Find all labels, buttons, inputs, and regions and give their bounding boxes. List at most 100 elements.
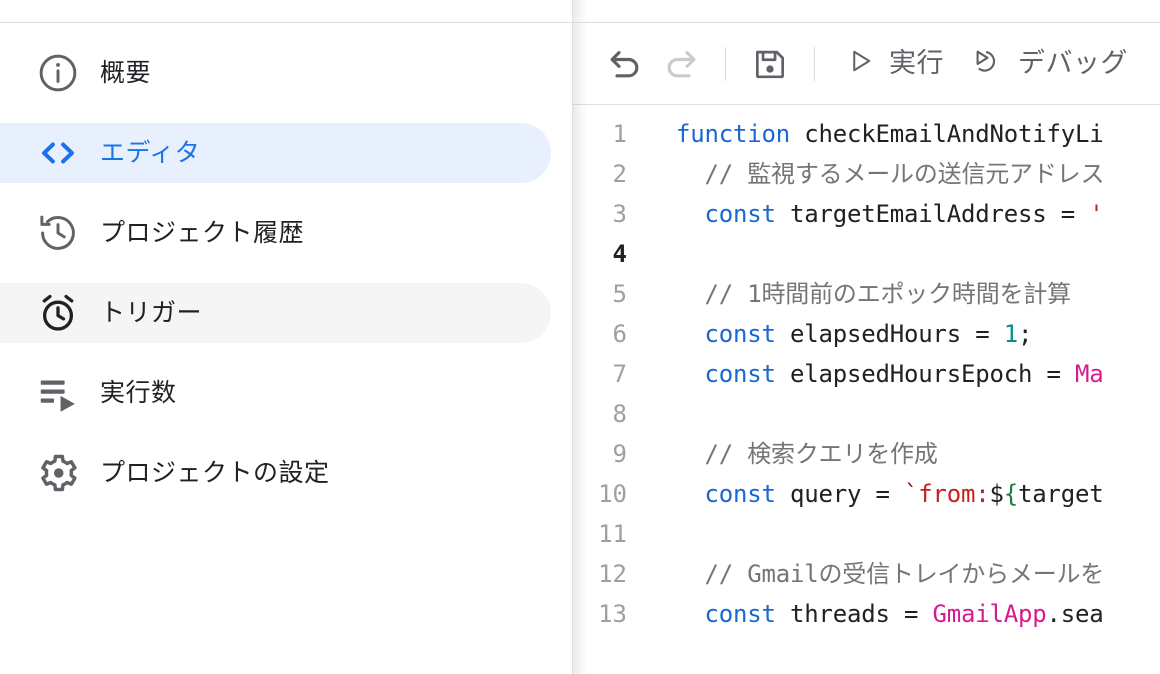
undo-button[interactable]: [597, 36, 653, 92]
code-line[interactable]: 2 // 監視するメールの送信元アドレス: [573, 154, 1160, 194]
code-line[interactable]: 9 // 検索クエリを作成: [573, 434, 1160, 474]
code-token: const: [704, 480, 776, 508]
sidebar-item-executions[interactable]: 実行数: [0, 363, 551, 423]
sidebar-item-label-project-settings: プロジェクトの設定: [100, 458, 330, 487]
line-number: 13: [598, 600, 627, 628]
code-token: ': [1089, 200, 1104, 228]
sidebar-item-project-history[interactable]: プロジェクト履歴: [0, 203, 551, 263]
sidebar-item-label-editor: エディタ: [100, 138, 201, 167]
run-label: 実行: [889, 48, 944, 78]
code-editor[interactable]: 1 function checkEmailAndNotifyLi 2 // 監視する…: [573, 106, 1160, 674]
code-token: ;: [1018, 320, 1033, 348]
code-token: targetEmailAddress =: [775, 200, 1090, 228]
line-number: 7: [612, 360, 627, 388]
line-content: const targetEmailAddress = ': [655, 194, 1104, 234]
line-content: const elapsedHours = 1;: [655, 314, 1033, 354]
line-content: // 監視するメールの送信元アドレス: [655, 154, 1104, 194]
line-content: // 検索クエリを作成: [655, 434, 938, 474]
line-number: 11: [598, 520, 627, 548]
redo-button[interactable]: [653, 36, 709, 92]
toolbar-divider-2: [814, 46, 815, 81]
code-line[interactable]: 13 const threads = GmailApp.sea: [573, 594, 1160, 634]
line-number: 5: [612, 280, 627, 308]
line-number: 4: [612, 240, 627, 268]
code-line[interactable]: 5 // 1時間前のエポック時間を計算: [573, 274, 1160, 314]
code-line[interactable]: 3 const targetEmailAddress = ': [573, 194, 1160, 234]
code-token: Ma: [1074, 360, 1104, 388]
code-token: $: [989, 480, 1004, 508]
code-token: checkEmailAndNotifyLi: [790, 120, 1104, 148]
code-line[interactable]: 12 // Gmailの受信トレイからメールを: [573, 554, 1160, 594]
code-token: const: [704, 320, 776, 348]
line-content: // 1時間前のエポック時間を計算: [655, 274, 1071, 314]
code-line[interactable]: 7 const elapsedHoursEpoch = Ma: [573, 354, 1160, 394]
sidebar-item-editor[interactable]: エディタ: [0, 123, 551, 183]
code-token: // Gmailの受信トレイからメールを: [676, 560, 1105, 588]
line-number: 9: [612, 440, 627, 468]
line-content: // Gmailの受信トレイからメールを: [655, 554, 1104, 594]
app-root: 概要 エディタ プロジェクト履歴 トリガー 実行数 プロジェクトの設定 実行 デ…: [0, 0, 1160, 674]
code-token: threads =: [775, 600, 933, 628]
code-brackets-icon: [36, 131, 80, 175]
code-token: const: [704, 360, 776, 388]
alarm-clock-icon: [36, 291, 80, 335]
info-circle-icon: [36, 51, 80, 95]
code-token: {: [1003, 480, 1018, 508]
code-line[interactable]: 4: [573, 234, 1160, 274]
code-token: 1: [1003, 320, 1018, 348]
line-content: const threads = GmailApp.sea: [655, 594, 1104, 634]
code-token: target: [1018, 480, 1104, 508]
code-token: // 監視するメールの送信元アドレス: [676, 160, 1105, 188]
toolbar-divider-1: [725, 46, 726, 81]
code-token: GmailApp: [932, 600, 1047, 628]
code-line[interactable]: 6 const elapsedHours = 1;: [573, 314, 1160, 354]
line-number: 12: [598, 560, 627, 588]
code-token: function: [676, 120, 790, 148]
code-line[interactable]: 10 const query = `from:${target: [573, 474, 1160, 514]
line-number: 1: [612, 120, 627, 148]
code-token: .sea: [1046, 600, 1104, 628]
code-token: elapsedHoursEpoch =: [775, 360, 1075, 388]
save-button[interactable]: [742, 36, 798, 92]
debug-label: デバッグ: [1018, 48, 1128, 78]
debug-icon: [972, 45, 1004, 82]
line-number: 8: [612, 400, 627, 428]
play-triangle-icon: [845, 46, 875, 81]
sidebar-item-label-overview: 概要: [100, 58, 152, 87]
code-line[interactable]: 8: [573, 394, 1160, 434]
sidebar-item-label-executions: 実行数: [100, 378, 177, 407]
sidebar-item-project-settings[interactable]: プロジェクトの設定: [0, 443, 551, 503]
sidebar-item-label-triggers: トリガー: [100, 298, 203, 327]
code-token: // 検索クエリを作成: [676, 440, 938, 468]
code-line[interactable]: 1 function checkEmailAndNotifyLi: [573, 114, 1160, 154]
line-number: 6: [612, 320, 627, 348]
gear-icon: [36, 451, 80, 495]
line-content: const elapsedHoursEpoch = Ma: [655, 354, 1104, 394]
editor-pane: 実行 デバッグ 1 function checkEmailAndNotifyLi 2…: [573, 0, 1160, 674]
code-token: elapsedHours =: [775, 320, 1004, 348]
code-token: `: [904, 480, 919, 508]
code-token: query =: [775, 480, 904, 508]
sidebar-item-label-project-history: プロジェクト履歴: [100, 218, 305, 247]
code-token: // 1時間前のエポック時間を計算: [676, 280, 1071, 308]
code-token: from:: [918, 480, 990, 508]
sidebar-item-triggers[interactable]: トリガー: [0, 283, 551, 343]
top-divider: [0, 22, 1160, 23]
line-content: const query = `from:${target: [655, 474, 1104, 514]
code-lines: 1 function checkEmailAndNotifyLi 2 // 監視する…: [573, 106, 1160, 634]
sidebar-item-overview[interactable]: 概要: [0, 43, 551, 103]
history-clock-icon: [36, 211, 80, 255]
line-number: 2: [612, 160, 627, 188]
code-token: const: [704, 200, 776, 228]
code-token: const: [704, 600, 776, 628]
run-button[interactable]: 実行: [831, 36, 958, 92]
line-number: 10: [598, 480, 627, 508]
left-sidebar: 概要 エディタ プロジェクト履歴 トリガー 実行数 プロジェクトの設定: [0, 0, 573, 674]
code-line[interactable]: 11: [573, 514, 1160, 554]
debug-button[interactable]: デバッグ: [958, 36, 1142, 92]
line-content: function checkEmailAndNotifyLi: [655, 114, 1104, 154]
